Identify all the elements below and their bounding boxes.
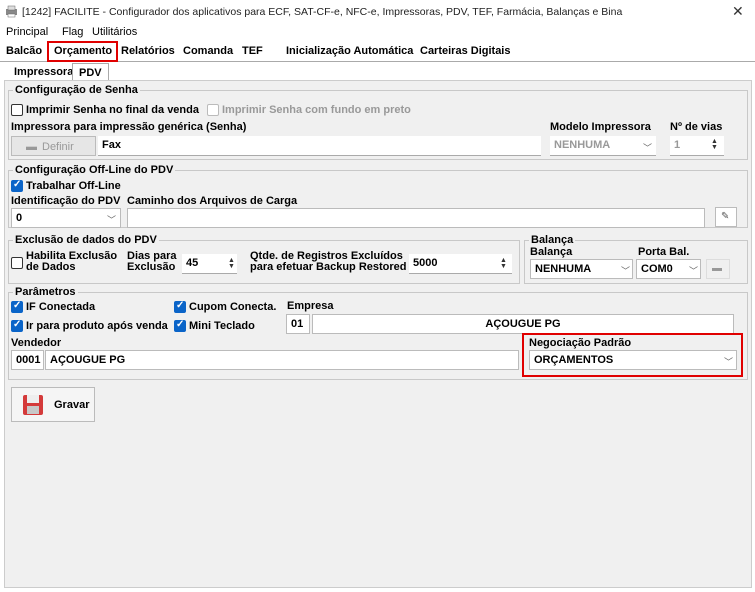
highlight-tab-orcamento	[47, 41, 118, 62]
days-stepper-value: 45	[186, 257, 199, 269]
if-conectada-label: IF Conectada	[26, 301, 96, 313]
close-icon[interactable]: ✕	[732, 3, 744, 20]
printer-label: Impressora para impressão genérica (Senh…	[11, 121, 247, 133]
model-select[interactable]: NENHUMA	[550, 136, 656, 156]
model-label: Modelo Impressora	[550, 121, 651, 133]
mini-teclado-checkbox[interactable]	[174, 319, 186, 332]
days-label: Dias para Exclusão	[127, 250, 177, 273]
senha-group-label: Configuração de Senha	[13, 84, 140, 96]
vendedor-name-field: AÇOUGUE PG	[45, 350, 519, 370]
cupom-conecta-label: Cupom Conecta.	[189, 301, 277, 313]
model-select-value: NENHUMA	[554, 139, 611, 151]
work-offline-label: Trabalhar Off-Line	[26, 180, 121, 192]
empresa-label: Empresa	[287, 300, 334, 312]
menu-flag[interactable]: Flag	[62, 26, 83, 38]
copies-label: Nº de vias	[670, 121, 723, 133]
tab-balcao[interactable]: Balcão	[6, 45, 42, 57]
exclusao-group-label: Exclusão de dados do PDV	[13, 234, 159, 246]
scale-config-button[interactable]: ▬	[706, 259, 730, 279]
scale-select-value: NENHUMA	[535, 263, 592, 275]
tab-carteiras[interactable]: Carteiras Digitais	[420, 45, 510, 57]
highlight-negociacao	[522, 333, 743, 377]
subtab-impressora[interactable]: Impressora	[8, 63, 79, 81]
parametros-group-label: Parâmetros	[13, 286, 78, 298]
scale-select[interactable]: NENHUMA	[530, 259, 633, 279]
menu-utilitarios[interactable]: Utilitários	[92, 26, 137, 38]
pdv-id-label: Identificação do PDV	[11, 195, 121, 207]
browse-button[interactable]: ✎	[715, 207, 737, 227]
pdv-id-select[interactable]: 0	[11, 208, 121, 228]
generic-printer-field[interactable]: Fax	[98, 136, 541, 156]
vendedor-label: Vendedor	[11, 337, 62, 349]
define-button-label: Definir	[42, 141, 74, 153]
title-bar: [1242] FACILITE - Configurador dos aplic…	[0, 0, 755, 24]
if-conectada-checkbox[interactable]	[11, 300, 23, 313]
tab-comanda[interactable]: Comanda	[183, 45, 233, 57]
spin-arrows-icon[interactable]: ▲ ▼	[711, 138, 718, 151]
offline-group-label: Configuração Off-Line do PDV	[13, 164, 176, 176]
work-offline-checkbox[interactable]	[11, 179, 23, 192]
window-title: [1242] FACILITE - Configurador dos aplic…	[22, 6, 623, 18]
print-senha-bg-checkbox[interactable]	[207, 104, 219, 116]
empresa-name-field: AÇOUGUE PG	[312, 314, 734, 334]
printer-icon: ▬	[26, 141, 37, 153]
browse-icon: ✎	[721, 211, 730, 222]
floppy-icon	[23, 395, 43, 415]
tab-relatorios[interactable]: Relatórios	[121, 45, 175, 57]
subtab-pdv[interactable]: PDV	[72, 63, 109, 81]
tab-inicializacao[interactable]: Inicialização Automática	[286, 45, 413, 57]
spin-arrows-icon[interactable]: ▲ ▼	[228, 257, 235, 270]
menu-principal[interactable]: Principal	[6, 26, 48, 38]
menu-bar: Principal Flag Utilitários	[0, 24, 755, 42]
copies-stepper-value: 1	[674, 139, 681, 151]
qty-stepper[interactable]: 5000	[409, 254, 512, 274]
print-senha-bg-label: Imprimir Senha com fundo em preto	[222, 104, 411, 116]
define-button[interactable]: ▬ Definir	[11, 136, 96, 156]
cupom-conecta-checkbox[interactable]	[174, 300, 186, 313]
balanca-group-label: Balança	[529, 234, 576, 246]
enable-exclusion-checkbox[interactable]	[11, 257, 23, 269]
save-button-label: Gravar	[54, 399, 90, 411]
print-senha-end-label: Imprimir Senha no final da venda	[26, 104, 199, 116]
path-label: Caminho dos Arquivos de Carga	[127, 195, 298, 207]
sub-tabs: Impressora PDV	[4, 63, 752, 81]
path-field[interactable]	[127, 208, 705, 228]
ir-produto-checkbox[interactable]	[11, 319, 23, 332]
empresa-code-field[interactable]: 01	[286, 314, 310, 334]
mini-teclado-label: Mini Teclado	[189, 320, 255, 332]
vendedor-code-field[interactable]: 0001	[11, 350, 44, 370]
qty-label: Qtde. de Registros Excluídos para efetua…	[250, 250, 407, 273]
chevron-down-icon: ﹀	[621, 266, 631, 276]
chevron-down-icon: ﹀	[689, 266, 699, 276]
scale-label: Balança	[530, 246, 573, 258]
qty-stepper-value: 5000	[413, 257, 438, 269]
chevron-down-icon: ﹀	[107, 215, 117, 225]
spin-arrows-icon[interactable]: ▲ ▼	[500, 257, 507, 270]
port-select-value: COM0	[641, 263, 673, 275]
printer-icon: ▬	[712, 263, 722, 274]
ir-produto-label: Ir para produto após venda	[26, 320, 168, 332]
chevron-down-icon: ﹀	[643, 143, 653, 153]
tab-tef[interactable]: TEF	[242, 45, 263, 57]
enable-exclusion-label: Habilita Exclusão de Dados	[26, 250, 118, 273]
pdv-id-value: 0	[16, 212, 23, 224]
save-button[interactable]: Gravar	[11, 387, 95, 422]
app-icon	[6, 5, 17, 18]
port-label: Porta Bal.	[638, 246, 690, 258]
print-senha-end-checkbox[interactable]	[11, 104, 23, 116]
